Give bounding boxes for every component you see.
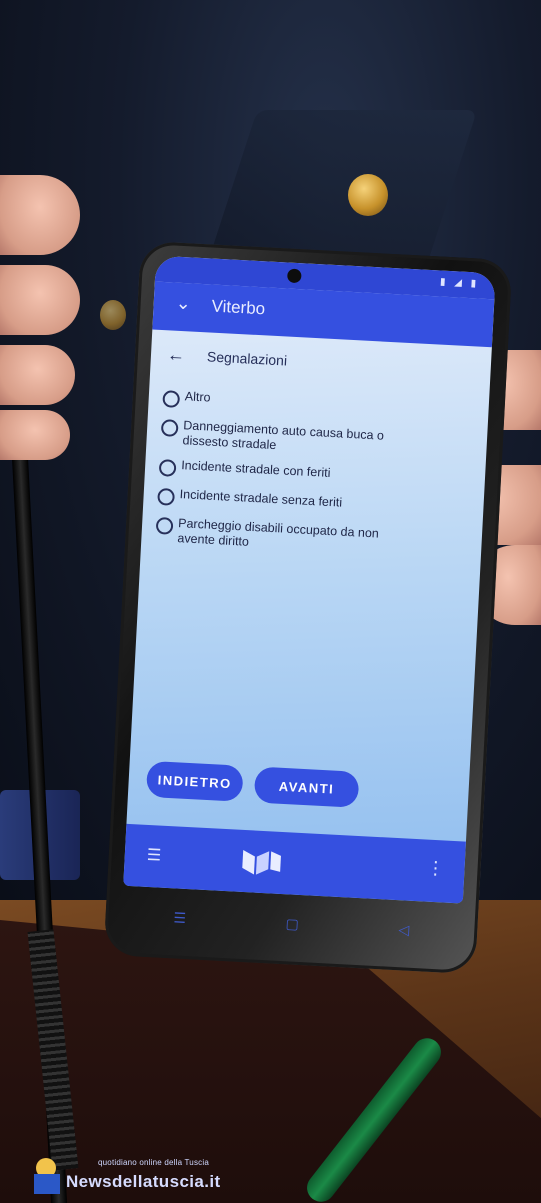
more-vertical-icon[interactable]: ⋮	[426, 858, 445, 880]
option-danneggiamento[interactable]: Danneggiamento auto causa buca o dissest…	[160, 417, 411, 460]
radio-button[interactable]	[162, 390, 181, 408]
form-actions: INDIETRO AVANTI	[145, 760, 398, 814]
radio-button[interactable]	[160, 419, 179, 437]
option-incidente-feriti[interactable]: Incidente stradale con feriti	[158, 457, 410, 489]
left-finger	[0, 265, 80, 335]
option-incidente-senza-feriti[interactable]: Incidente stradale senza feriti	[157, 486, 408, 518]
option-label: Incidente stradale senza feriti	[179, 487, 343, 510]
back-icon[interactable]: ◁	[398, 921, 410, 939]
radio-button[interactable]	[155, 516, 174, 535]
left-finger	[0, 410, 70, 460]
option-label: Altro	[184, 389, 211, 405]
left-finger	[0, 175, 80, 255]
chevron-down-icon[interactable]: ⌄	[175, 293, 191, 315]
hamburger-icon[interactable]: ☰	[146, 845, 161, 866]
watermark-logo-icon	[34, 1158, 60, 1194]
page-title: Segnalazioni	[206, 348, 288, 369]
option-label: Incidente stradale con feriti	[180, 458, 331, 480]
watermark-tagline: quotidiano online della Tuscia	[98, 1158, 209, 1167]
status-icons: ▮ ◢ ▮	[439, 276, 480, 290]
option-parcheggio-disabili[interactable]: Parcheggio disabili occupato da non aven…	[155, 515, 406, 558]
arrow-left-icon[interactable]: ←	[166, 344, 186, 366]
recent-apps-icon[interactable]: ☰	[173, 909, 186, 927]
sub-header: ← Segnalazioni	[162, 344, 496, 392]
radio-button[interactable]	[157, 487, 176, 506]
option-label: Parcheggio disabili occupato da non aven…	[177, 516, 380, 549]
app-title: Viterbo	[211, 296, 266, 319]
back-button[interactable]: INDIETRO	[145, 760, 244, 802]
gold-button-small	[100, 300, 126, 330]
watermark-site-name: Newsdellatuscia.it	[66, 1172, 221, 1191]
watermark: quotidiano online della Tuscia Newsdella…	[26, 1152, 256, 1198]
gold-button	[348, 174, 388, 216]
smartphone: ▮ ◢ ▮ ⌄ Viterbo ← Segnalazioni Altro Dan…	[103, 240, 513, 975]
left-finger	[0, 345, 75, 405]
next-button[interactable]: AVANTI	[253, 766, 360, 808]
photo-scene: ▮ ◢ ▮ ⌄ Viterbo ← Segnalazioni Altro Dan…	[0, 0, 541, 1203]
options-list: Altro Danneggiamento auto causa buca o d…	[155, 388, 413, 568]
phone-screen: ▮ ◢ ▮ ⌄ Viterbo ← Segnalazioni Altro Dan…	[123, 255, 496, 904]
radio-button[interactable]	[158, 459, 177, 477]
option-altro[interactable]: Altro	[162, 388, 413, 420]
option-label: Danneggiamento auto causa buca o dissest…	[182, 418, 385, 453]
front-camera	[286, 268, 302, 284]
app-logo-icon[interactable]	[240, 846, 284, 880]
home-icon[interactable]: ▢	[285, 915, 299, 933]
